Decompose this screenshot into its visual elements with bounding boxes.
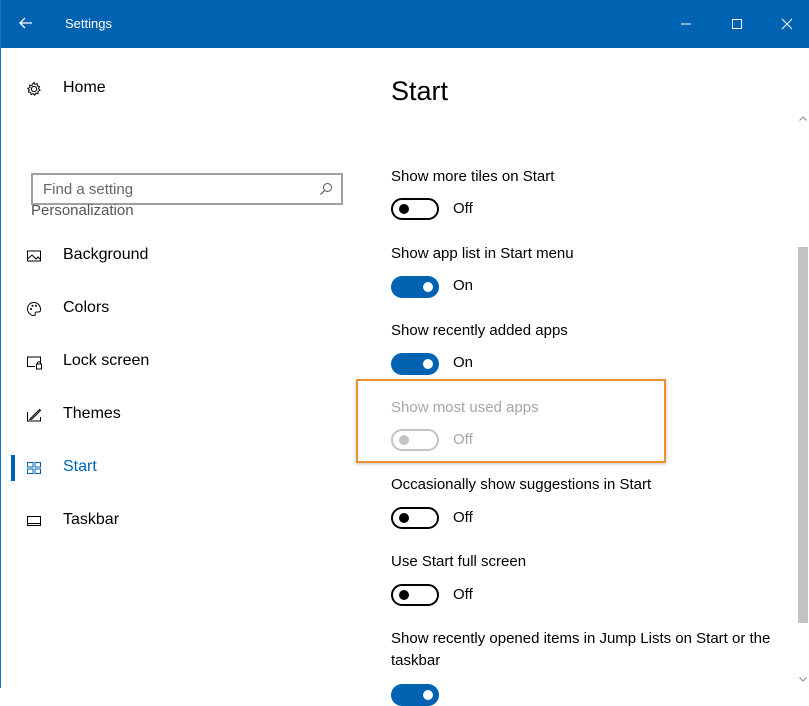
sidebar-item-lock-screen[interactable]: Lock screen: [1, 341, 361, 381]
palette-icon: [26, 301, 42, 317]
window-title: Settings: [65, 16, 112, 31]
highlight-box: [356, 379, 666, 463]
active-indicator: [11, 455, 15, 481]
setting-jump-lists: Show recently opened items in Jump Lists…: [391, 628, 791, 706]
sidebar-item-background[interactable]: Background: [1, 235, 361, 275]
minimize-icon: [681, 23, 691, 25]
setting-suggestions: Occasionally show suggestions in Start O…: [391, 474, 791, 534]
setting-full-screen: Use Start full screen Off: [391, 551, 791, 611]
sidebar-item-label: Home: [63, 79, 106, 96]
setting-recently-added: Show recently added apps On: [391, 320, 791, 380]
toggle-knob: [399, 204, 409, 214]
taskbar-icon: [27, 516, 41, 526]
more-tiles-toggle[interactable]: [391, 198, 439, 220]
sidebar-item-home[interactable]: Home: [1, 68, 361, 108]
chevron-down-icon[interactable]: [798, 674, 808, 684]
setting-label: Show more tiles on Start: [391, 168, 555, 185]
minimize-button[interactable]: [668, 9, 704, 39]
full-screen-toggle[interactable]: [391, 584, 439, 606]
toggle-knob: [423, 359, 433, 369]
sidebar-item-taskbar[interactable]: Taskbar: [1, 500, 361, 540]
sidebar-item-label: Lock screen: [63, 352, 150, 369]
start-icon: [27, 462, 41, 474]
themes-icon: [27, 408, 42, 422]
page-title: Start: [391, 76, 449, 106]
toggle-state: Off: [453, 586, 473, 603]
sidebar-item-start[interactable]: Start: [1, 447, 361, 487]
scrollbar[interactable]: [796, 110, 809, 688]
picture-icon: [27, 250, 41, 262]
setting-label: Show recently added apps: [391, 322, 568, 339]
maximize-icon: [732, 19, 742, 29]
scrollbar-thumb[interactable]: [798, 247, 808, 623]
toggle-knob: [423, 690, 433, 700]
main-content: Start Show more tiles on Start Off Show …: [361, 48, 797, 706]
toggle-state: Off: [453, 200, 473, 217]
setting-more-tiles: Show more tiles on Start Off: [391, 166, 791, 226]
sidebar-item-label: Colors: [63, 299, 110, 316]
sidebar-item-label: Background: [63, 246, 149, 263]
setting-app-list: Show app list in Start menu On: [391, 243, 791, 303]
setting-label: Show recently opened items in Jump Lists…: [391, 630, 771, 669]
search-icon: [320, 183, 332, 195]
search-input[interactable]: Find a setting: [31, 173, 343, 205]
sidebar-item-label: Start: [63, 458, 97, 475]
section-heading: Personalization: [31, 202, 134, 219]
gear-icon: [26, 81, 41, 97]
jump-lists-toggle[interactable]: [391, 684, 439, 706]
chevron-up-icon[interactable]: [798, 114, 808, 124]
title-bar: Settings: [1, 0, 809, 48]
toggle-state: On: [453, 277, 474, 294]
arrow-left-icon: [19, 17, 32, 29]
sidebar: Home Find a setting Personalization Back…: [1, 48, 361, 688]
toggle-knob: [423, 282, 433, 292]
close-button[interactable]: [769, 9, 805, 39]
sidebar-item-colors[interactable]: Colors: [1, 288, 361, 328]
close-icon: [781, 18, 793, 30]
suggestions-toggle[interactable]: [391, 507, 439, 529]
sidebar-item-label: Taskbar: [63, 511, 120, 528]
recently-added-toggle[interactable]: [391, 353, 439, 375]
toggle-knob: [399, 513, 409, 523]
lock-screen-icon: [27, 356, 42, 370]
back-button[interactable]: [13, 10, 39, 36]
setting-label: Show app list in Start menu: [391, 245, 574, 262]
toggle-state: On: [453, 354, 474, 371]
setting-label: Occasionally show suggestions in Start: [391, 476, 652, 493]
settings-window: Settings Home Find a setting Personaliza: [0, 0, 809, 706]
search-placeholder: Find a setting: [43, 181, 134, 198]
app-list-toggle[interactable]: [391, 276, 439, 298]
toggle-knob: [399, 590, 409, 600]
sidebar-item-label: Themes: [63, 405, 121, 422]
sidebar-item-themes[interactable]: Themes: [1, 394, 361, 434]
toggle-state: Off: [453, 509, 473, 526]
maximize-button[interactable]: [719, 9, 755, 39]
setting-label: Use Start full screen: [391, 553, 527, 570]
